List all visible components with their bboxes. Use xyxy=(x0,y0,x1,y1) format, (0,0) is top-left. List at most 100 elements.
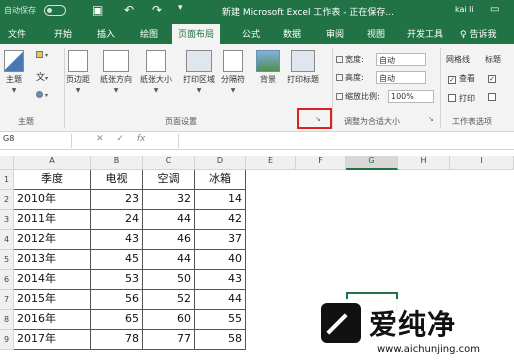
table-cell[interactable]: 2015年 xyxy=(14,290,91,310)
row-header[interactable]: 5 xyxy=(0,250,14,270)
table-cell[interactable]: 77 xyxy=(143,330,195,350)
table-header-cell[interactable]: 空调 xyxy=(143,170,195,190)
headings-view-checkbox[interactable]: ✓ xyxy=(488,73,499,83)
column-header[interactable]: H xyxy=(398,156,450,170)
table-cell[interactable]: 2010年 xyxy=(14,190,91,210)
width-dropdown[interactable]: 自动 xyxy=(376,53,426,66)
select-all-corner[interactable] xyxy=(0,156,14,170)
table-cell[interactable]: 2013年 xyxy=(14,250,91,270)
table-header-cell[interactable]: 电视 xyxy=(91,170,143,190)
table-cell[interactable]: 40 xyxy=(195,250,246,270)
user-name[interactable]: kai li xyxy=(455,5,474,14)
table-cell[interactable]: 56 xyxy=(91,290,143,310)
table-cell[interactable]: 44 xyxy=(195,290,246,310)
column-header[interactable]: F xyxy=(296,156,346,170)
row-header[interactable]: 3 xyxy=(0,210,14,230)
table-cell[interactable]: 53 xyxy=(91,270,143,290)
gridlines-print-checkbox[interactable]: 打印 xyxy=(448,93,475,104)
print-area-button[interactable]: 打印区域 ▼ xyxy=(183,50,215,94)
table-cell[interactable]: 2017年 xyxy=(14,330,91,350)
column-header[interactable]: B xyxy=(91,156,143,170)
table-cell[interactable]: 43 xyxy=(195,270,246,290)
fx-icon[interactable]: fx xyxy=(137,134,146,144)
table-cell[interactable]: 23 xyxy=(91,190,143,210)
height-dropdown[interactable]: 自动 xyxy=(376,71,426,84)
headings-print-checkbox[interactable] xyxy=(488,93,499,102)
theme-fonts-button[interactable]: 文▾ xyxy=(36,70,48,83)
ribbon-display-icon[interactable]: ▭ xyxy=(490,4,499,15)
row-header[interactable]: 2 xyxy=(0,190,14,210)
autosave-toggle[interactable] xyxy=(44,5,66,16)
theme-colors-button[interactable]: ▾ xyxy=(36,50,48,59)
tab-draw[interactable]: 绘图 xyxy=(140,27,158,40)
table-cell[interactable]: 78 xyxy=(91,330,143,350)
column-header[interactable]: C xyxy=(143,156,195,170)
undo-icon[interactable]: ↶ xyxy=(124,3,134,17)
tab-developer[interactable]: 开发工具 xyxy=(407,27,443,40)
tab-insert[interactable]: 插入 xyxy=(97,27,115,40)
table-cell[interactable]: 65 xyxy=(91,310,143,330)
table-cell[interactable]: 46 xyxy=(143,230,195,250)
save-icon[interactable]: ▣ xyxy=(92,3,103,17)
tab-data[interactable]: 数据 xyxy=(283,27,301,40)
table-cell[interactable]: 44 xyxy=(143,250,195,270)
table-cell[interactable]: 2012年 xyxy=(14,230,91,250)
table-cell[interactable]: 52 xyxy=(143,290,195,310)
table-cell[interactable]: 44 xyxy=(143,210,195,230)
table-cell[interactable]: 50 xyxy=(143,270,195,290)
headings-label: 标题 xyxy=(485,55,501,64)
cancel-icon[interactable]: ✕ xyxy=(96,134,104,144)
row-header[interactable]: 7 xyxy=(0,290,14,310)
background-button[interactable]: 背景 xyxy=(256,50,280,85)
tab-file[interactable]: 文件 xyxy=(8,27,26,40)
theme-effects-button[interactable]: ▾ xyxy=(36,90,48,99)
scale-dialog-launcher-icon[interactable]: ↘ xyxy=(428,115,434,123)
orientation-button[interactable]: 纸张方向 ▼ xyxy=(100,50,132,94)
table-header-cell[interactable]: 冰箱 xyxy=(195,170,246,190)
tab-review[interactable]: 审阅 xyxy=(326,27,344,40)
table-cell[interactable]: 14 xyxy=(195,190,246,210)
checkmark-icon: ✓ xyxy=(488,75,496,83)
breaks-button[interactable]: 分隔符 ▼ xyxy=(221,50,245,94)
margins-button[interactable]: 页边距 ▼ xyxy=(66,50,90,94)
print-titles-button[interactable]: 打印标题 xyxy=(287,50,319,85)
tab-page-layout[interactable]: 页面布局 xyxy=(172,24,221,44)
row-header[interactable]: 1 xyxy=(0,170,14,190)
breaks-icon xyxy=(223,50,243,72)
column-header[interactable]: E xyxy=(246,156,296,170)
column-header[interactable]: I xyxy=(450,156,514,170)
table-cell[interactable]: 45 xyxy=(91,250,143,270)
table-cell[interactable]: 32 xyxy=(143,190,195,210)
column-header[interactable]: A xyxy=(14,156,91,170)
tab-view[interactable]: 视图 xyxy=(367,27,385,40)
row-header[interactable]: 8 xyxy=(0,310,14,330)
row-header[interactable]: 4 xyxy=(0,230,14,250)
gridlines-view-checkbox[interactable]: ✓ 查看 xyxy=(448,73,475,84)
size-button[interactable]: 纸张大小 ▼ xyxy=(140,50,172,94)
table-cell[interactable]: 2011年 xyxy=(14,210,91,230)
tab-formulas[interactable]: 公式 xyxy=(242,27,260,40)
table-cell[interactable]: 60 xyxy=(143,310,195,330)
redo-icon[interactable]: ↷ xyxy=(152,3,162,17)
table-cell[interactable]: 58 xyxy=(195,330,246,350)
table-cell[interactable]: 37 xyxy=(195,230,246,250)
table-cell[interactable]: 2014年 xyxy=(14,270,91,290)
table-cell[interactable]: 2016年 xyxy=(14,310,91,330)
table-cell[interactable]: 43 xyxy=(91,230,143,250)
themes-button[interactable]: 主题 ▼ xyxy=(4,50,24,94)
table-cell[interactable]: 24 xyxy=(91,210,143,230)
table-cell[interactable]: 42 xyxy=(195,210,246,230)
table-header-cell[interactable]: 季度 xyxy=(14,170,91,190)
table-cell[interactable]: 55 xyxy=(195,310,246,330)
row-header[interactable]: 6 xyxy=(0,270,14,290)
name-box[interactable]: G8 xyxy=(0,134,72,148)
tell-me[interactable]: ♀ 告诉我 xyxy=(460,27,496,40)
enter-icon[interactable]: ✓ xyxy=(116,134,124,144)
tab-home[interactable]: 开始 xyxy=(54,27,72,40)
formula-input[interactable] xyxy=(178,134,514,148)
scale-spinner[interactable]: 100% xyxy=(388,90,434,103)
column-header[interactable]: D xyxy=(195,156,246,170)
column-header-selected[interactable]: G xyxy=(346,156,398,170)
row-header[interactable]: 9 xyxy=(0,330,14,350)
customize-toolbar-icon[interactable]: ▾ xyxy=(178,3,183,13)
